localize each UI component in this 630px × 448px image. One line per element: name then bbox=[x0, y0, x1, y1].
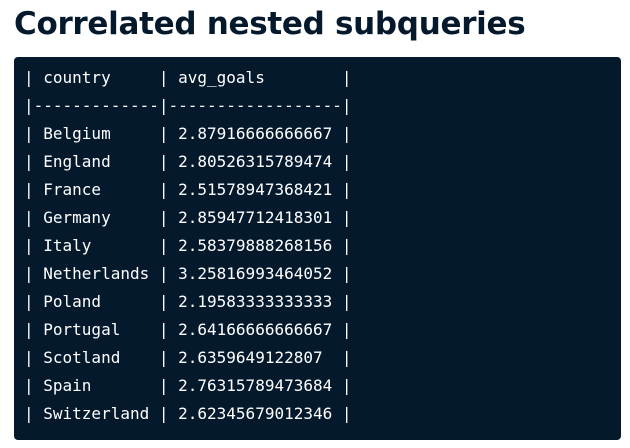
table-row: | Italy | 2.58379888268156 | bbox=[24, 236, 352, 255]
table-row: | Spain | 2.76315789473684 | bbox=[24, 376, 352, 395]
table-row: | Portugal | 2.64166666666667 | bbox=[24, 320, 352, 339]
table-row: | Switzerland | 2.62345679012346 | bbox=[24, 404, 352, 423]
table-row: | Scotland | 2.6359649122807 | bbox=[24, 348, 352, 367]
table-row: | Poland | 2.19583333333333 | bbox=[24, 292, 352, 311]
slide-title: Correlated nested subqueries bbox=[14, 6, 526, 42]
table-header-row: | country | avg_goals | bbox=[24, 68, 352, 87]
table-row: | England | 2.80526315789474 | bbox=[24, 152, 352, 171]
query-result-table: | country | avg_goals | |-------------|-… bbox=[14, 57, 621, 440]
table-row: | France | 2.51578947368421 | bbox=[24, 180, 352, 199]
table-row: | Belgium | 2.87916666666667 | bbox=[24, 124, 352, 143]
table-row: | Germany | 2.85947712418301 | bbox=[24, 208, 352, 227]
table-row: | Netherlands | 3.25816993464052 | bbox=[24, 264, 352, 283]
table-separator: |-------------|------------------| bbox=[24, 96, 352, 115]
